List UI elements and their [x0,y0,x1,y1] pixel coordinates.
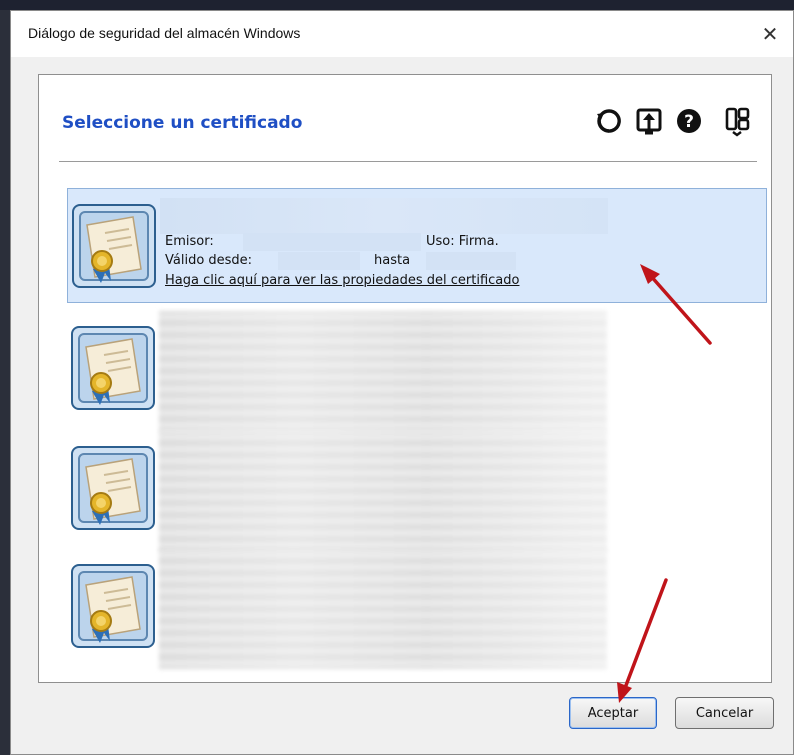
issuer-redacted [243,233,421,251]
cancel-button[interactable]: Cancelar [675,697,774,729]
usage-label: Uso: Firma. [426,234,499,249]
refresh-button[interactable] [593,105,625,137]
certificate-item[interactable] [67,431,767,551]
certificate-icon [71,564,155,648]
view-icon [725,107,750,137]
view-button[interactable] [721,105,753,137]
background-strip [0,0,794,10]
security-dialog: Diálogo de seguridad del almacén Windows… [10,10,794,755]
svg-text:?: ? [684,112,694,132]
certificate-details-blurred [159,431,607,551]
certificate-panel: Seleccione un certificado ? Emisor: Uso:… [38,74,772,683]
certificate-item[interactable] [67,311,767,431]
panel-heading: Seleccione un certificado [62,113,303,133]
certificate-icon [71,446,155,530]
issuer-label: Emisor: [165,234,214,249]
import-icon [636,108,662,135]
certificate-details-blurred [159,311,607,431]
import-button[interactable] [633,105,665,137]
certificate-icon [71,326,155,410]
help-button[interactable]: ? [673,105,705,137]
certificate-icon [72,204,156,288]
close-icon: ✕ [761,22,779,46]
certificate-name-redacted [160,198,608,234]
certificate-details-blurred [159,549,607,669]
refresh-icon [597,109,621,133]
valid-from-label: Válido desde: [165,253,253,268]
window-title: Diálogo de seguridad del almacén Windows [28,25,301,41]
valid-to-label: hasta [374,253,411,268]
title-bar: Diálogo de seguridad del almacén Windows… [11,11,793,57]
certificate-properties-link[interactable]: Haga clic aquí para ver las propiedades … [165,273,519,288]
certificate-item[interactable]: Emisor: Uso: Firma. Válido desde: hasta … [67,188,767,303]
close-button[interactable]: ✕ [747,11,793,57]
heading-divider [59,161,757,162]
help-icon: ? [677,109,701,133]
valid-to-redacted [426,252,516,270]
certificate-item[interactable] [67,549,767,669]
accept-button[interactable]: Aceptar [569,697,657,729]
valid-from-redacted [278,252,360,270]
